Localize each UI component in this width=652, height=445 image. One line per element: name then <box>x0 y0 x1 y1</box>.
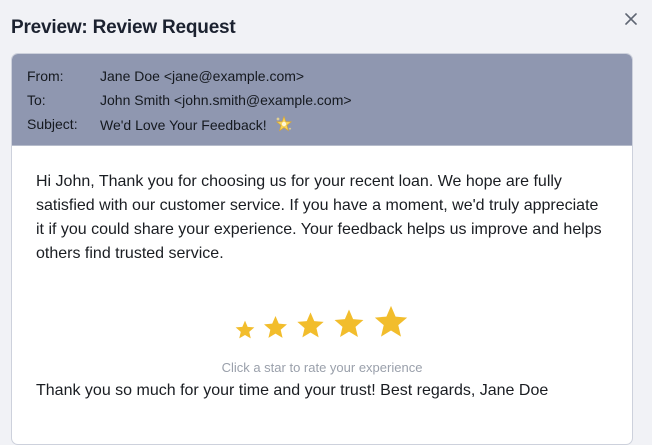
subject-value: We'd Love Your Feedback! <box>100 117 267 133</box>
subject-label: Subject: <box>27 116 78 132</box>
star-rating <box>36 301 608 341</box>
star-5-icon[interactable] <box>372 303 410 341</box>
email-preview: From: Jane Doe <jane@example.com> To: Jo… <box>11 53 633 445</box>
to-row: To: John Smith <john.smith@example.com> <box>27 88 617 112</box>
to-label: To: <box>27 92 46 108</box>
rating-hint: Click a star to rate your experience <box>221 360 423 375</box>
star-2-icon[interactable] <box>262 314 289 341</box>
body-closing: Thank you so much for your time and your… <box>36 382 549 399</box>
from-value: Jane Doe <jane@example.com> <box>100 68 305 84</box>
close-button[interactable] <box>623 11 639 27</box>
subject-row: Subject: We'd Love Your Feedback! <box>27 112 617 136</box>
close-icon <box>625 13 637 25</box>
star-4-icon[interactable] <box>332 307 366 341</box>
body-intro: Hi John, Thank you for choosing us for y… <box>36 173 602 262</box>
from-label: From: <box>27 68 64 84</box>
star-1-icon[interactable] <box>234 319 256 341</box>
from-row: From: Jane Doe <jane@example.com> <box>27 64 617 88</box>
dialog-title: Preview: Review Request <box>11 17 236 38</box>
email-header: From: Jane Doe <jane@example.com> To: Jo… <box>12 54 632 146</box>
email-body: Hi John, Thank you for choosing us for y… <box>12 146 632 403</box>
sparkle-star-icon <box>275 115 292 132</box>
star-3-icon[interactable] <box>295 310 326 341</box>
to-value: John Smith <john.smith@example.com> <box>100 92 352 108</box>
